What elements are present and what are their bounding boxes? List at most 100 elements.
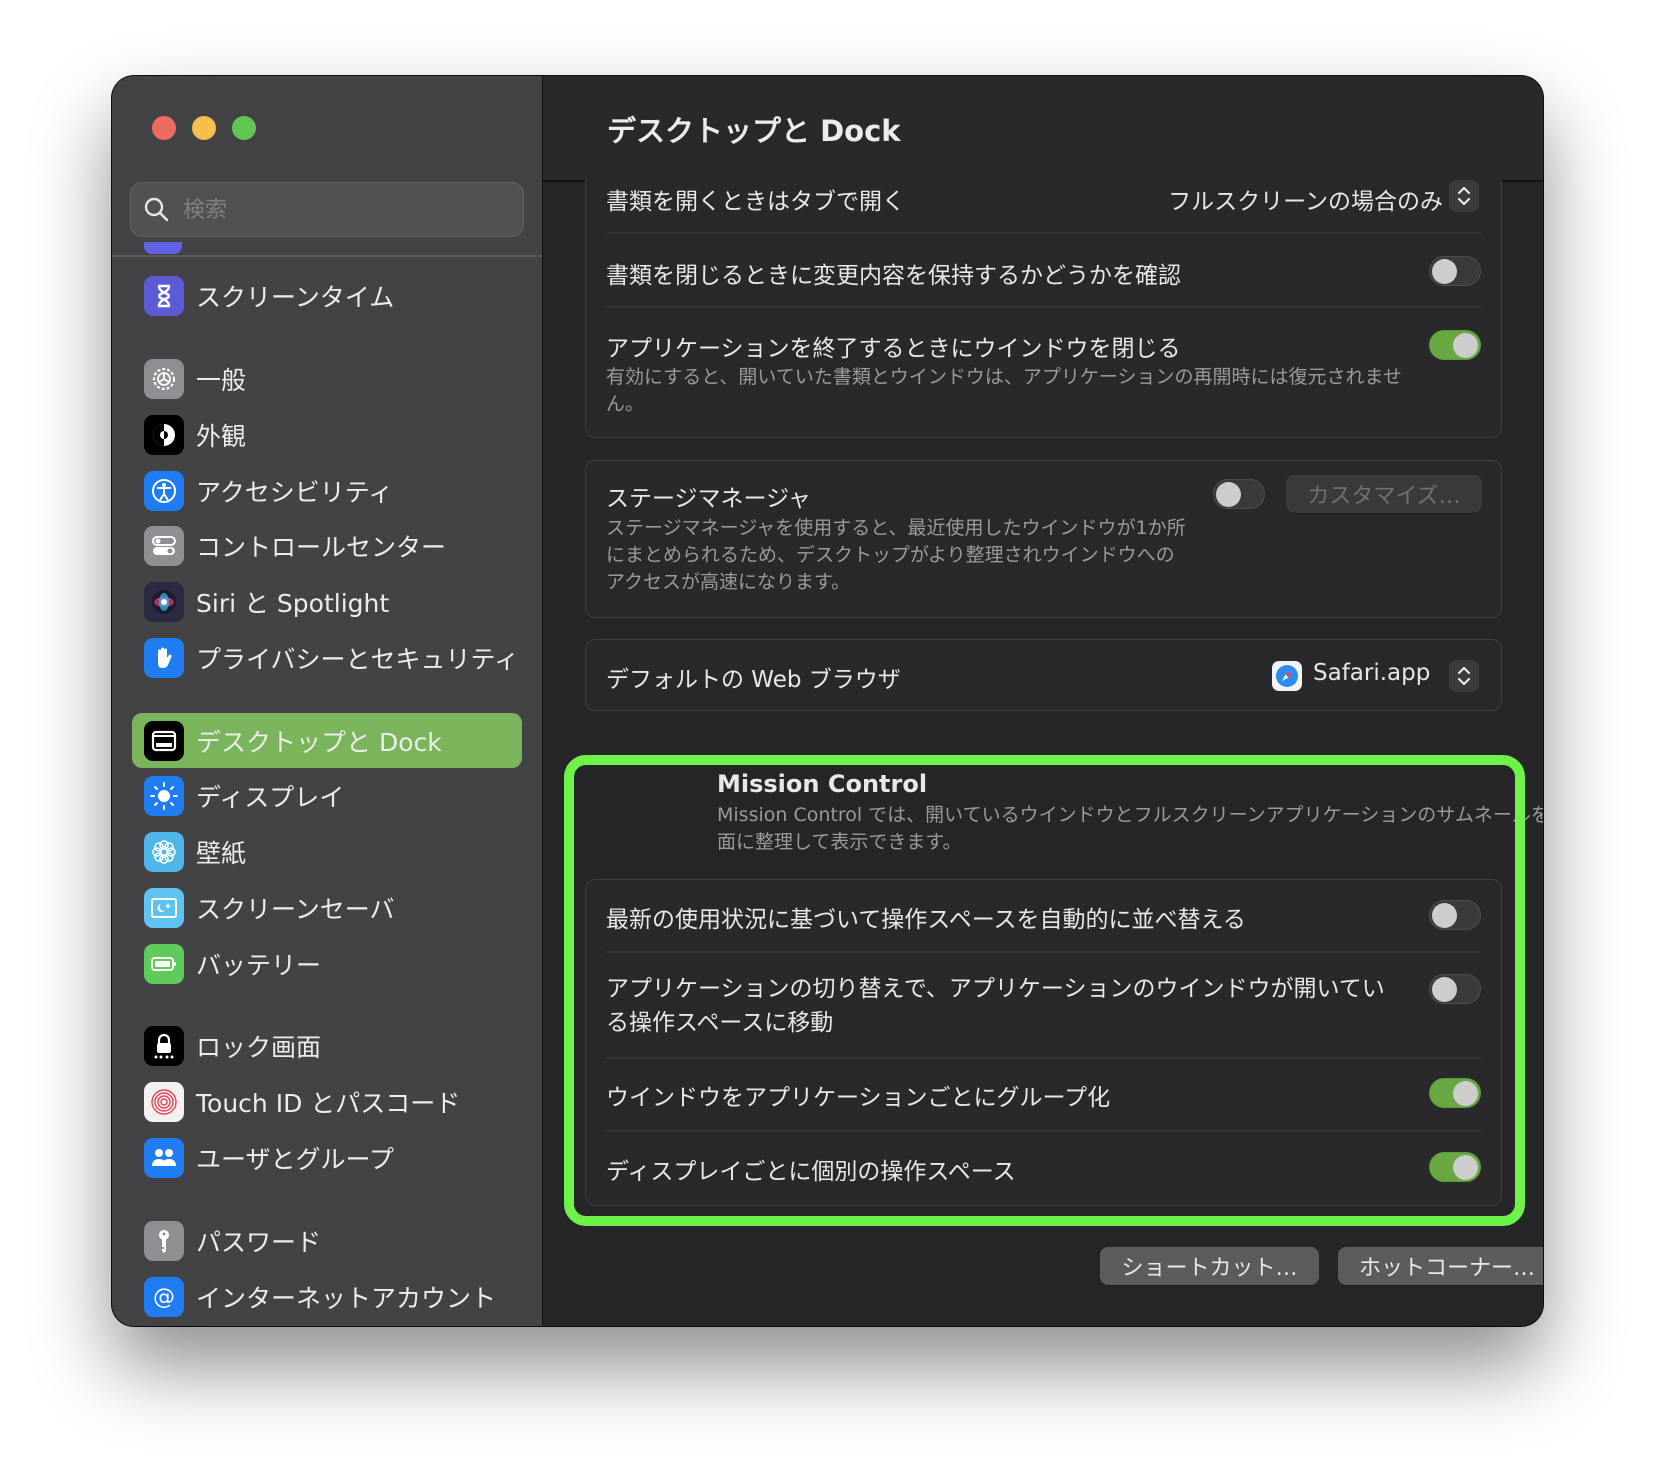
mission-control-options-group: 最新の使用状況に基づいて操作スペースを自動的に並べ替える アプリケーションの切り… <box>585 879 1502 1206</box>
sidebar-item[interactable]: コントロールセンター <box>132 518 522 573</box>
stage-manager-description: ステージマネージャを使用すると、最近使用したウインドウが1か所にまとめられるため… <box>606 517 1186 593</box>
users-icon <box>144 1137 184 1178</box>
sidebar-item[interactable]: ユーザとグループ <box>132 1130 522 1185</box>
sidebar-item[interactable]: ロック画面 <box>132 1018 522 1073</box>
sidebar-item[interactable]: 外観 <box>132 407 522 462</box>
main-pane: デスクトップと Dock 書類を開くときはタブで開く フルスクリーンの場合のみ … <box>543 76 1543 1326</box>
sidebar-item-label: 壁紙 <box>196 838 247 868</box>
at-icon: @ <box>144 1276 184 1317</box>
row-separator <box>606 951 1481 953</box>
open-in-tabs-label: 書類を開くときはタブで開く <box>606 189 905 215</box>
hand-icon <box>144 637 184 678</box>
sidebar-item[interactable]: 一般 <box>132 351 522 406</box>
group-windows-by-app-toggle[interactable] <box>1429 1078 1481 1108</box>
search-icon <box>144 197 169 222</box>
customize-button[interactable]: カスタマイズ… <box>1286 475 1482 513</box>
control-center-icon <box>144 525 184 566</box>
sidebar-item-label: ディスプレイ <box>196 782 345 812</box>
accessibility-icon <box>144 470 184 511</box>
sidebar-item[interactable]: スクリーンタイム <box>132 268 522 323</box>
row-separator <box>606 1057 1481 1059</box>
sidebar-divider <box>112 255 542 257</box>
key-icon <box>144 1220 184 1261</box>
screensaver-icon <box>144 887 184 928</box>
mission-control-title: Mission Control <box>717 770 928 798</box>
switch-to-space-toggle[interactable] <box>1429 974 1481 1004</box>
page-title: デスクトップと Dock <box>607 114 901 148</box>
sidebar-item[interactable]: Siri と Spotlight <box>132 574 522 629</box>
separate-spaces-per-display-toggle[interactable] <box>1429 1152 1481 1182</box>
shortcuts-button[interactable]: ショートカット… <box>1100 1247 1319 1285</box>
sidebar: スクリーンタイム一般外観アクセシビリティコントロールセンター Siri と Spo… <box>112 76 543 1326</box>
partial-sidebar-icon <box>144 242 182 254</box>
hourglass-icon <box>144 275 184 316</box>
maximize-button[interactable] <box>232 116 256 140</box>
default-browser-popup-button[interactable] <box>1449 660 1479 692</box>
svg-text:@: @ <box>153 1285 175 1310</box>
row-separator <box>606 1130 1481 1132</box>
siri-icon <box>144 581 184 622</box>
gear-icon <box>144 358 184 399</box>
default-browser-label: デフォルトの Web ブラウザ <box>606 667 901 693</box>
close-windows-on-quit-description: 有効にすると、開いていた書類とウインドウは、アプリケーションの再開時には復元され… <box>606 366 1402 415</box>
sidebar-item[interactable]: @ インターネットアカウント <box>132 1269 522 1324</box>
stage-manager-toggle[interactable] <box>1213 479 1265 509</box>
sidebar-item-label: ユーザとグループ <box>196 1144 395 1174</box>
sidebar-item[interactable]: プライバシーとセキュリティ <box>132 630 522 685</box>
sidebar-item-label: アクセシビリティ <box>196 477 394 507</box>
mc-option-label: ディスプレイごとに個別の操作スペース <box>606 1159 1016 1185</box>
search-field[interactable] <box>130 182 524 238</box>
lock-icon <box>144 1025 184 1066</box>
close-windows-on-quit-toggle[interactable] <box>1429 330 1481 360</box>
sidebar-item[interactable]: アクセシビリティ <box>132 463 522 518</box>
default-browser-group: デフォルトの Web ブラウザ Safari.app <box>585 639 1502 711</box>
open-in-tabs-popup-button[interactable] <box>1449 180 1479 212</box>
sidebar-item-label: 一般 <box>196 365 247 395</box>
sidebar-item-label: バッテリー <box>196 950 322 980</box>
header: デスクトップと Dock <box>543 76 1543 182</box>
sidebar-item-label: コントロールセンター <box>196 532 447 562</box>
default-browser-value[interactable]: Safari.app <box>1313 660 1430 686</box>
sidebar-item[interactable]: パスワード <box>132 1213 522 1268</box>
sidebar-item-label: 外観 <box>196 421 247 451</box>
stage-manager-group: ステージマネージャ ステージマネージャを使用すると、最近使用したウインドウが1か… <box>585 460 1502 618</box>
sidebar-item-label: Touch ID とパスコード <box>196 1088 461 1118</box>
row-separator <box>606 306 1481 308</box>
mission-control-description: Mission Control では、開いているウインドウとフルスクリーンアプリ… <box>717 804 1543 853</box>
stage-manager-label: ステージマネージャ <box>606 486 811 512</box>
sidebar-item[interactable]: Touch ID とパスコード <box>132 1074 522 1129</box>
sidebar-item-label: スクリーンセーバ <box>196 894 395 924</box>
sidebar-item[interactable]: ディスプレイ <box>132 768 522 823</box>
flower-icon <box>144 831 184 872</box>
sidebar-item-label: ロック画面 <box>196 1032 322 1062</box>
minimize-button[interactable] <box>192 116 216 140</box>
fingerprint-icon <box>144 1081 184 1122</box>
open-in-tabs-value[interactable]: フルスクリーンの場合のみ <box>1168 182 1443 216</box>
appearance-icon <box>144 414 184 455</box>
search-input[interactable] <box>181 183 515 238</box>
sidebar-item-label: スクリーンタイム <box>196 282 395 312</box>
mc-option-label: ウインドウをアプリケーションごとにグループ化 <box>606 1085 1111 1111</box>
sidebar-item[interactable]: 壁紙 <box>132 824 522 879</box>
chevron-up-down-icon <box>1457 186 1471 206</box>
ask-keep-changes-toggle[interactable] <box>1429 256 1481 286</box>
sidebar-item-label: プライバシーとセキュリティ <box>196 644 520 674</box>
battery-icon <box>144 943 184 984</box>
ask-keep-changes-label: 書類を閉じるときに変更内容を保持するかどうかを確認 <box>606 263 1181 289</box>
mc-option-label: アプリケーションの切り替えで、アプリケーションのウインドウが開いている操作スペー… <box>606 976 1385 1036</box>
sidebar-item-label: デスクトップと Dock <box>196 727 442 757</box>
close-windows-on-quit-label: アプリケーションを終了するときにウインドウを閉じる <box>606 336 1181 362</box>
sidebar-item[interactable]: デスクトップと Dock <box>132 713 522 768</box>
sun-icon <box>144 775 184 816</box>
sidebar-item-label: パスワード <box>196 1227 322 1257</box>
mc-option-label: 最新の使用状況に基づいて操作スペースを自動的に並べ替える <box>606 907 1246 933</box>
row-separator <box>606 232 1481 234</box>
dock-icon <box>144 720 184 761</box>
safari-icon <box>1272 661 1302 691</box>
sidebar-item[interactable]: スクリーンセーバ <box>132 880 522 935</box>
auto-rearrange-spaces-toggle[interactable] <box>1429 900 1481 930</box>
close-button[interactable] <box>152 116 176 140</box>
sidebar-item[interactable]: バッテリー <box>132 936 522 991</box>
windows-settings-group: 書類を開くときはタブで開く フルスクリーンの場合のみ 書類を閉じるときに変更内容… <box>585 180 1502 438</box>
hot-corners-button[interactable]: ホットコーナー… <box>1338 1247 1543 1285</box>
